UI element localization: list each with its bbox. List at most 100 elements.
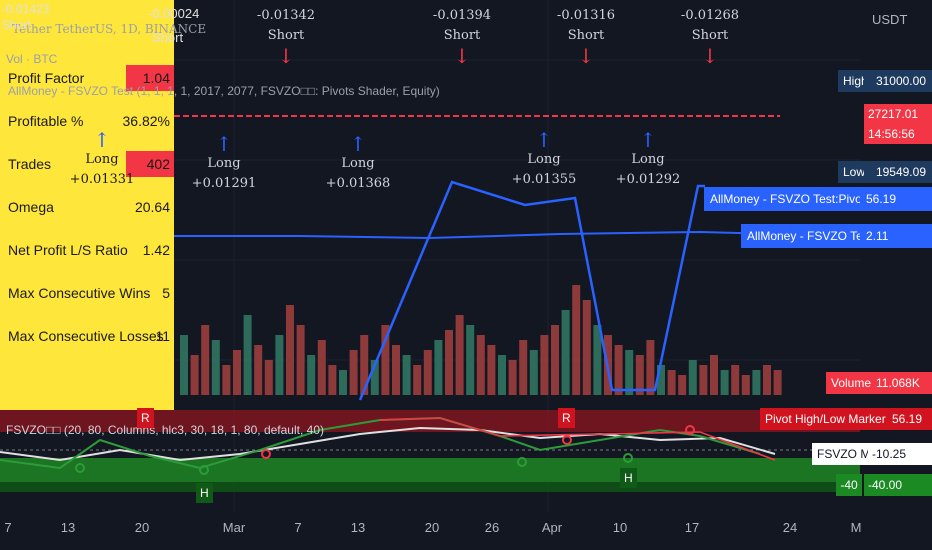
volume-bar bbox=[508, 360, 517, 395]
volume-bar bbox=[190, 355, 199, 395]
long-arrow-icon: ↑ bbox=[535, 128, 553, 152]
stat-row: Max Consecutive Losses 11 bbox=[8, 320, 174, 352]
short-value: -0.01342 bbox=[256, 8, 316, 23]
time-tick: 13 bbox=[350, 520, 366, 535]
stat-value: 1.42 bbox=[142, 242, 170, 258]
short-label: Short bbox=[443, 28, 481, 43]
fsvzo-ma-value: -10.25 bbox=[868, 443, 932, 465]
volume-bar bbox=[254, 345, 263, 395]
volume-bar bbox=[307, 355, 316, 395]
volume-bar bbox=[593, 325, 602, 395]
volume-bars bbox=[180, 285, 782, 395]
short-annotation: -0.01316 Short ↓ bbox=[546, 6, 626, 66]
volume-tag-value: 11.068K bbox=[872, 372, 932, 394]
long-arrow-icon: ↑ bbox=[215, 132, 233, 156]
stat-label: Trades bbox=[8, 156, 52, 172]
short-annotation: -0.01268 Short ↓ bbox=[670, 6, 750, 66]
stat-row: Omega 20.64 bbox=[8, 191, 174, 223]
stat-label: Net Profit L/S Ratio bbox=[8, 242, 128, 258]
pivot-marker-h: H bbox=[620, 468, 637, 488]
volume-bar bbox=[328, 365, 337, 395]
long-arrow-icon: ↑ bbox=[93, 128, 111, 152]
time-tick: 20 bbox=[424, 520, 440, 535]
stat-row: Net Profit L/S Ratio 1.42 bbox=[8, 234, 174, 266]
short-arrow-icon: ↓ bbox=[701, 44, 719, 68]
overlay-topleft-value: -0.01423 bbox=[2, 2, 50, 16]
volume-bar bbox=[688, 360, 697, 395]
volume-bar bbox=[582, 300, 591, 395]
short-label: Short bbox=[691, 28, 729, 43]
volume-tag-label: Volume bbox=[826, 372, 877, 394]
volume-series-label: Vol · BTC bbox=[6, 52, 58, 66]
volume-bar bbox=[180, 335, 188, 395]
volume-bar bbox=[402, 355, 411, 395]
volume-bar bbox=[614, 345, 623, 395]
long-label: Long bbox=[207, 156, 241, 171]
volume-bar bbox=[667, 370, 676, 395]
volume-bar bbox=[296, 325, 305, 395]
volume-bar bbox=[646, 340, 655, 395]
time-tick: Mar bbox=[222, 520, 246, 535]
short-label: Short bbox=[267, 28, 305, 43]
volume-bar bbox=[561, 310, 570, 395]
volume-bar bbox=[286, 305, 294, 395]
stat-value: 402 bbox=[146, 156, 170, 172]
time-tick: 7 bbox=[4, 520, 12, 535]
stat-value: 11 bbox=[155, 328, 170, 344]
long-annotation: ↑ Long +0.01331 bbox=[62, 130, 142, 190]
volume-bar bbox=[243, 315, 252, 395]
volume-bar bbox=[699, 365, 708, 395]
volume-bar bbox=[540, 335, 549, 395]
volume-bar bbox=[434, 340, 443, 395]
long-value: +0.01292 bbox=[615, 172, 681, 187]
current-price: 27217.01 bbox=[864, 104, 932, 124]
overlay-topright-value: -0.00024 bbox=[148, 6, 200, 21]
volume-bar bbox=[445, 330, 453, 395]
time-tick: 10 bbox=[612, 520, 628, 535]
short-arrow-icon: ↓ bbox=[277, 44, 295, 68]
volume-bar bbox=[201, 325, 210, 395]
volume-bar bbox=[233, 350, 241, 395]
volume-bar bbox=[222, 365, 231, 395]
short-annotation: -0.01342 Short ↓ bbox=[246, 6, 326, 66]
long-label: Long bbox=[527, 152, 561, 167]
pivot-marker-value: 56.19 bbox=[888, 408, 932, 430]
stat-value: 36.82% bbox=[122, 113, 170, 129]
volume-bar bbox=[752, 370, 761, 395]
time-tick: 17 bbox=[684, 520, 700, 535]
level-value: -40.00 bbox=[864, 474, 932, 496]
long-value: +0.01331 bbox=[69, 172, 135, 187]
time-tick: Apr bbox=[541, 520, 563, 535]
short-arrow-icon: ↓ bbox=[577, 44, 595, 68]
volume-bar bbox=[275, 335, 284, 395]
pivot-marker-r: R bbox=[137, 408, 154, 428]
stat-row: Max Consecutive Wins 5 bbox=[8, 277, 174, 309]
volume-bar bbox=[413, 365, 422, 395]
volume-bar bbox=[625, 350, 634, 395]
long-value: +0.01291 bbox=[191, 176, 257, 191]
oscillator-title[interactable]: FSVZO□□ (20, 80, Columns, hlc3, 30, 18, … bbox=[6, 423, 324, 437]
stat-label: Profitable % bbox=[8, 113, 84, 129]
bar-countdown: 14:56:56 bbox=[864, 124, 932, 144]
volume-bar bbox=[529, 350, 538, 395]
volume-bar bbox=[710, 355, 718, 395]
time-tick: 20 bbox=[134, 520, 150, 535]
time-tick: 13 bbox=[60, 520, 76, 535]
long-arrow-icon: ↑ bbox=[349, 132, 367, 156]
volume-bar bbox=[349, 350, 358, 395]
volume-bar bbox=[392, 345, 400, 395]
level-label: -40 bbox=[836, 474, 862, 496]
volume-bar bbox=[211, 340, 220, 395]
volume-bar bbox=[572, 285, 581, 395]
short-value: -0.01268 bbox=[680, 8, 740, 23]
pivot-marker-label: Pivot High/Low Marker bbox=[760, 408, 891, 430]
long-annotation: ↑ Long +0.01292 bbox=[608, 130, 688, 190]
volume-bar bbox=[487, 345, 496, 395]
currency-label: USDT bbox=[872, 12, 908, 27]
time-axis[interactable]: 7 13 20 Mar 7 13 20 26 Apr 10 17 24 M bbox=[0, 512, 932, 550]
pivot-marker-r: R bbox=[558, 408, 575, 428]
strategy-legend[interactable]: AllMoney - FSVZO Test (1, 1, 1, 1, 2017,… bbox=[8, 84, 440, 98]
volume-bar bbox=[773, 370, 782, 395]
time-tick: 7 bbox=[294, 520, 302, 535]
stat-value: 5 bbox=[162, 285, 170, 301]
